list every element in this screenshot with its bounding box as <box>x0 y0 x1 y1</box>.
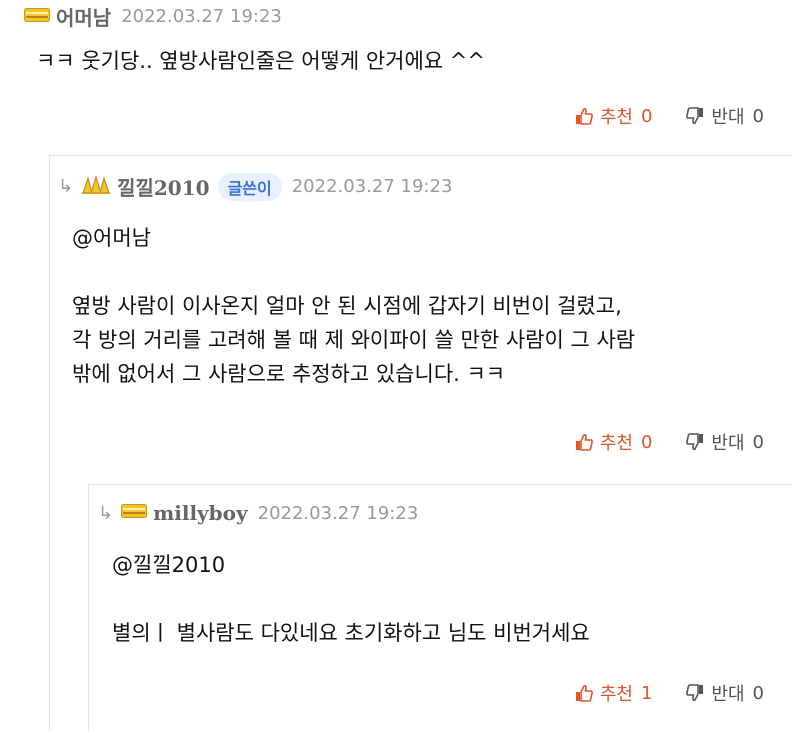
mention-link[interactable]: @낄낄2010 <box>112 548 590 582</box>
thumbs-up-icon <box>575 433 593 451</box>
recommend-button[interactable]: 추천 1 <box>575 680 653 706</box>
recommend-label: 추천 <box>599 433 633 454</box>
oppose-button[interactable]: 반대 0 <box>686 429 764 455</box>
author-nickname[interactable]: 낄낄2010 <box>117 172 209 201</box>
thumbs-down-icon <box>686 433 704 451</box>
comment-header: 어머남 2022.03.27 19:23 <box>24 2 282 31</box>
oppose-label: 반대 <box>711 433 745 454</box>
vote-bar: 추천 0 반대 0 <box>575 429 764 455</box>
comment-text-line: 별의ㅣ 별사람도 다있네요 초기화하고 님도 비번거세요 <box>112 621 590 645</box>
thumbs-down-icon <box>686 684 704 702</box>
comment-body: @어머남 옆방 사람이 이사온지 얼마 안 된 시점에 갑자기 비번이 걸렸고,… <box>72 221 635 391</box>
reply-arrow-icon: ↳ <box>58 176 74 197</box>
oppose-button[interactable]: 반대 0 <box>686 103 764 129</box>
gold-level-icon <box>81 174 111 199</box>
oppose-button[interactable]: 반대 0 <box>686 680 764 706</box>
thumbs-down-icon <box>686 107 704 125</box>
recommend-count: 0 <box>640 105 653 127</box>
comment-header: ↳ millyboy 2022.03.27 19:23 <box>98 501 418 525</box>
author-nickname[interactable]: millyboy <box>153 501 248 525</box>
comment-body: @낄낄2010 별의ㅣ 별사람도 다있네요 초기화하고 님도 비번거세요 <box>112 548 590 650</box>
recommend-count: 0 <box>640 431 653 453</box>
comment-header: ↳ 낄낄2010 글쓴이 2022.03.27 19:23 <box>58 172 452 201</box>
oppose-label: 반대 <box>711 107 745 128</box>
oppose-count: 0 <box>752 431 764 453</box>
vote-bar: 추천 1 반대 0 <box>575 680 764 706</box>
author-badge: 글쓴이 <box>217 172 282 201</box>
vote-bar: 추천 0 반대 0 <box>575 103 764 129</box>
comment-text-line: 밖에 없어서 그 사람으로 추정하고 있습니다. ㅋㅋ <box>72 362 506 386</box>
comment-date: 2022.03.27 19:23 <box>121 6 282 27</box>
thumbs-up-icon <box>575 107 593 125</box>
thumbs-up-icon <box>575 684 593 702</box>
level-bar-icon <box>121 503 148 523</box>
recommend-button[interactable]: 추천 0 <box>575 429 653 455</box>
author-nickname[interactable]: 어머남 <box>56 2 111 31</box>
mention-link[interactable]: @어머남 <box>72 221 635 255</box>
comment-date: 2022.03.27 19:23 <box>257 502 419 524</box>
comment-text-line: 옆방 사람이 이사온지 얼마 안 된 시점에 갑자기 비번이 걸렸고, <box>72 294 622 318</box>
comment-text-line: 각 방의 거리를 고려해 볼 때 제 와이파이 쓸 만한 사람이 그 사람 <box>72 328 636 352</box>
level-bar-icon <box>24 7 50 27</box>
oppose-count: 0 <box>752 682 764 704</box>
comment-text-line: ㅋㅋ 웃기당.. 옆방사람인줄은 어떻게 안거에요 ^^ <box>36 49 485 73</box>
oppose-label: 반대 <box>711 684 745 705</box>
recommend-button[interactable]: 추천 0 <box>575 103 653 129</box>
reply-arrow-icon: ↳ <box>98 502 114 524</box>
recommend-count: 1 <box>640 682 653 704</box>
oppose-count: 0 <box>752 105 764 127</box>
comment-body: ㅋㅋ 웃기당.. 옆방사람인줄은 어떻게 안거에요 ^^ <box>36 44 485 78</box>
comment-date: 2022.03.27 19:23 <box>291 176 453 197</box>
recommend-label: 추천 <box>599 684 633 705</box>
recommend-label: 추천 <box>599 107 633 128</box>
